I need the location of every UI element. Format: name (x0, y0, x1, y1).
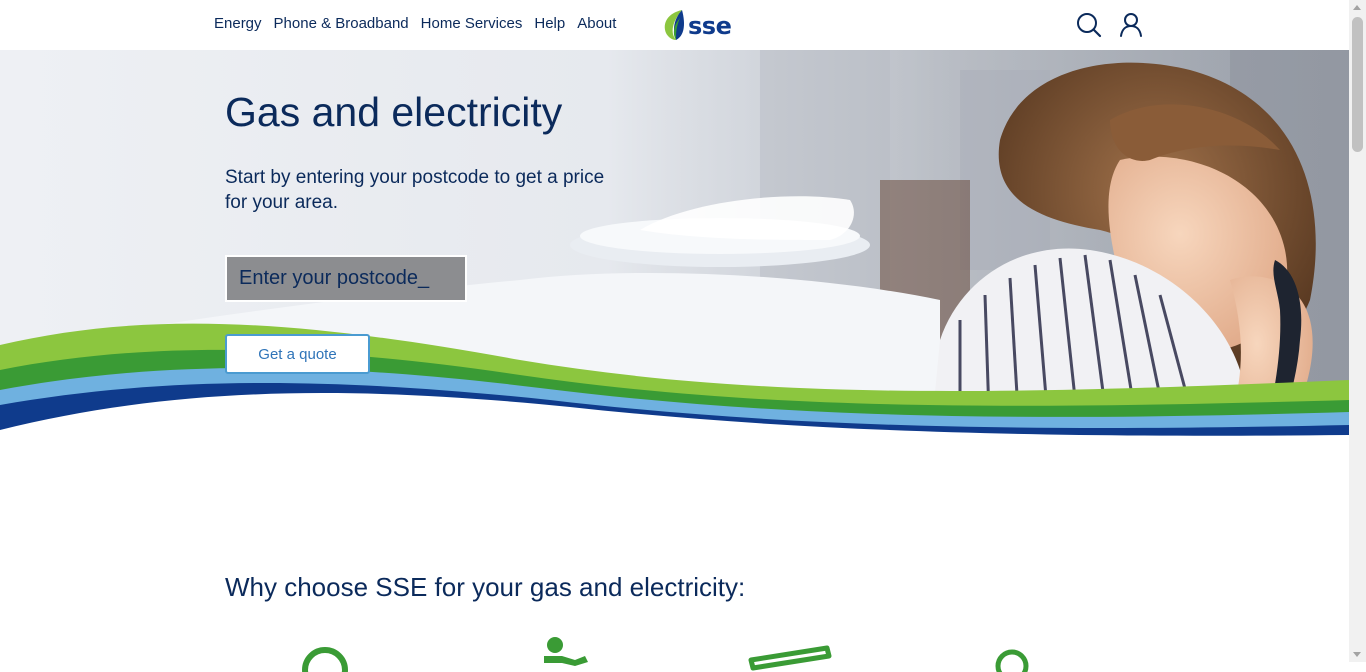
person-icon (544, 637, 588, 666)
postcode-input[interactable] (225, 255, 467, 302)
nav-help[interactable]: Help (534, 15, 565, 33)
page-scrollbar[interactable] (1349, 0, 1366, 662)
main-nav: Energy Phone & Broadband Home Services H… (214, 15, 628, 33)
hero-subtitle: Start by entering your postcode to get a… (225, 167, 605, 213)
nav-home-services[interactable]: Home Services (421, 15, 523, 33)
nav-about[interactable]: About (577, 15, 616, 33)
sse-leaf-icon (664, 10, 684, 40)
scrollbar-thumb[interactable] (1352, 17, 1363, 152)
scroll-down-arrow-icon[interactable] (1353, 652, 1361, 657)
search-icon[interactable] (1075, 11, 1103, 39)
account-icon[interactable] (1117, 11, 1145, 39)
top-navigation-bar: Energy Phone & Broadband Home Services H… (0, 0, 1349, 50)
location-icon (995, 649, 1029, 672)
sse-logo[interactable]: sse (662, 9, 732, 41)
hero-photo (0, 50, 1349, 445)
badge-icon (302, 647, 348, 672)
scroll-up-arrow-icon[interactable] (1353, 5, 1361, 10)
hero-title: Gas and electricity (225, 89, 563, 135)
logo-text: sse (688, 12, 732, 40)
nav-phone-broadband[interactable]: Phone & Broadband (274, 15, 409, 33)
why-choose-heading: Why choose SSE for your gas and electric… (225, 572, 746, 602)
nav-energy[interactable]: Energy (214, 15, 262, 33)
card-icon (748, 645, 832, 671)
get-quote-button[interactable]: Get a quote (225, 334, 370, 374)
hero-banner: Gas and electricity Start by entering yo… (0, 50, 1349, 445)
